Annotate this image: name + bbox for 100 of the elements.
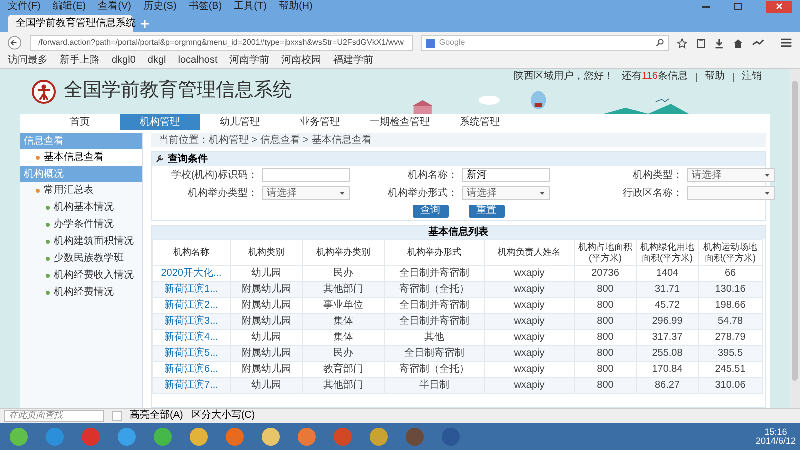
nav-tab[interactable]: 机构管理 [120,114,200,130]
table-cell: 245.51 [715,364,746,374]
table-cell: 全日制并寄宿制 [400,316,470,326]
minimize-icon[interactable] [702,6,710,8]
nav-tab[interactable]: 一期检查管理 [360,114,440,130]
logo-icon [32,80,56,104]
table-cell: 其他 [424,332,444,342]
table-cell: wxapiy [514,316,545,326]
dropdown[interactable] [687,186,775,200]
field-label: 学校(机构)标识码： [170,168,259,182]
table-cell: 集体 [334,316,354,326]
field-label: 机构名称： [407,168,459,182]
caret-icon [340,192,345,194]
bookmark[interactable]: dkgl [148,56,166,66]
dropdown[interactable]: 请选择 [462,186,550,200]
bookmark[interactable]: 福建学前 [334,56,374,66]
table-cell: 66 [724,268,736,278]
menu-item[interactable]: 查看(V) [98,2,132,12]
table-cell: 集体 [334,332,354,342]
table-cell: 附属幼儿园 [242,316,292,326]
close-button[interactable] [766,0,792,12]
table-cell: 民办 [334,348,354,358]
bookmark[interactable]: 河南学前 [230,56,270,66]
table-cell: 附属幼儿园 [242,284,292,294]
menu-item[interactable]: 书签(B) [188,2,222,12]
table-cell: wxapiy [514,332,545,342]
table-title: 基本信息列表 [152,226,765,239]
table-cell: 幼儿园 [252,380,282,390]
table-cell: 800 [597,300,614,310]
address-field[interactable]: /forward.action?path=/portal/portal&p=orgmng&menu_id=2001#type=jbxxsh&wsStr=U2FsdGVkX1/wvw [30,35,414,51]
table-cell: wxapiy [514,268,545,278]
clipboard-icon[interactable] [696,38,706,48]
menu-item[interactable]: 历史(S) [143,2,177,12]
scrollbar[interactable] [790,69,800,408]
menu-item[interactable]: 编辑(E) [52,2,86,12]
table-cell: 800 [597,284,614,294]
field-label: 机构类型： [632,168,684,182]
search-engine-icon[interactable] [426,38,436,48]
table-cell: 54.78 [718,316,744,326]
table-cell: 教育部门 [324,364,364,374]
dropdown[interactable]: 请选择 [262,186,350,200]
table-cell: 其他部门 [324,380,364,390]
menu-item[interactable]: 工具(T) [234,2,267,12]
dropdown[interactable]: 请选择 [687,168,775,182]
panel-title: 查询条件 [168,152,208,166]
find-field[interactable]: 在此页面查找 [4,410,104,422]
caret-icon [765,192,770,194]
table-cell: wxapiy [514,300,545,310]
logout-link[interactable]: 注销 [742,71,762,83]
table-cell: 130.16 [715,284,746,294]
search-icon[interactable] [656,39,664,47]
home-icon[interactable] [733,38,744,48]
site-title: 全国学前教育管理信息系统 [64,78,292,104]
bookmark[interactable]: localhost [178,56,218,66]
query-button[interactable]: 重置 [468,204,504,218]
menu-item[interactable]: 文件(F) [8,2,41,12]
nav-tab[interactable]: 首页 [40,114,120,130]
bookmark[interactable]: 访问最多 [8,56,48,66]
find-previous-icon[interactable] [112,411,122,421]
table-cell: 全日制并寄宿制 [400,268,470,278]
table-cell: 45.72 [654,300,680,310]
star-icon[interactable] [677,38,688,48]
caret-icon [765,174,770,176]
close-icon [776,3,782,10]
find-option[interactable]: 区分大小写(C) [191,411,256,421]
nav-tab[interactable]: 业务管理 [280,114,360,130]
message-notice[interactable]: 还有116条信息 [622,71,688,83]
input-field[interactable] [262,168,350,182]
bookmark[interactable]: dkgl0 [112,56,136,66]
table-cell: 317.37 [652,332,683,342]
find-option[interactable]: 高亮全部(A) [130,411,184,421]
tab-title: 全国学前教育管理信息系统 [16,16,136,31]
sidebar-item[interactable]: 基本信息查看 [20,149,142,166]
field-label: 机构举办类型： [187,186,259,200]
table-cell: 幼儿园 [252,268,282,278]
table-cell: 附属幼儿园 [242,364,292,374]
back-icon[interactable] [8,36,22,50]
table-cell: wxapiy [514,380,545,390]
bookmark[interactable]: 新手上路 [60,56,100,66]
input-field[interactable]: 新河 [462,168,550,182]
clock-time: 15:16 [764,428,788,436]
table-cell: 800 [597,332,614,342]
nav-tab[interactable]: 幼儿管理 [200,114,280,130]
nav-tab[interactable]: 系统管理 [440,114,520,130]
bookmark[interactable]: 河南校园 [282,56,322,66]
menu-item[interactable]: 帮助(H) [278,2,313,12]
maximize-icon[interactable] [734,3,742,10]
table-cell: 800 [597,380,614,390]
download-icon[interactable] [714,38,726,48]
table-cell: 198.66 [715,300,746,310]
new-tab-icon[interactable] [141,20,149,28]
query-button[interactable]: 查询 [412,204,448,218]
menu-icon[interactable] [781,38,792,48]
help-link[interactable]: 帮助 [705,71,725,83]
breadcrumb: 当前位置：机构管理 > 信息查看 > 基本信息查看 [151,133,766,147]
table-cell: 事业单位 [324,300,364,310]
caret-icon [540,192,545,194]
table-cell: 寄宿制（全托） [400,364,470,374]
table-cell: 全日制并寄宿制 [400,300,470,310]
table-cell: 寄宿制（全托） [400,284,470,294]
